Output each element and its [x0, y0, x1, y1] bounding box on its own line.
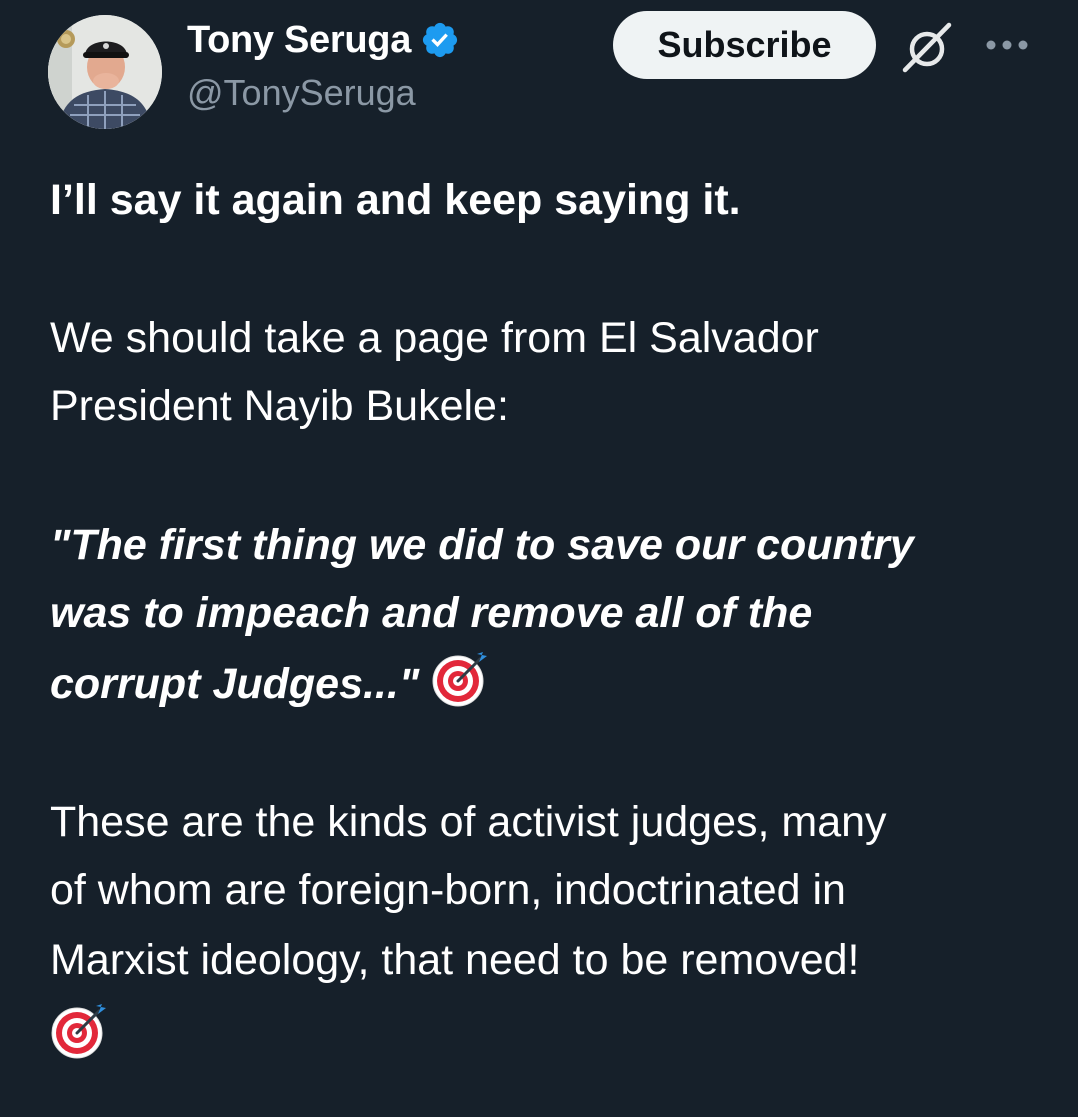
- post-text-line: President Nayib Bukele:: [50, 382, 509, 430]
- quote-text-line-with-emoji: corrupt Judges...": [50, 650, 489, 718]
- avatar-image: [48, 15, 162, 129]
- quote-text-line: "The first thing we did to save our coun…: [50, 521, 914, 569]
- subscribe-button[interactable]: Subscribe: [613, 11, 876, 79]
- display-name[interactable]: Tony Seruga: [187, 19, 411, 62]
- display-name-row[interactable]: Tony Seruga: [187, 14, 460, 66]
- post-text-line: We should take a page from El Salvador: [50, 314, 819, 362]
- post-text-line: I’ll say it again and keep saying it.: [50, 176, 741, 224]
- post-text-line: of whom are foreign-born, indoctrinated …: [50, 866, 846, 914]
- post-text-line: Marxist ideology, that need to be remove…: [50, 936, 860, 984]
- direct-hit-target-emoji: [51, 1004, 106, 1059]
- grok-icon[interactable]: [898, 18, 956, 76]
- quote-text-line: was to impeach and remove all of the: [50, 589, 813, 637]
- quote-text: corrupt Judges...": [50, 660, 420, 708]
- post-text-line: These are the kinds of activist judges, …: [50, 798, 887, 846]
- verified-badge-icon: [422, 22, 458, 58]
- avatar[interactable]: [48, 15, 162, 129]
- more-options-icon[interactable]: [984, 30, 1030, 60]
- direct-hit-target-emoji: [432, 652, 488, 707]
- author-handle[interactable]: @TonySeruga: [187, 72, 416, 114]
- post-card: Tony Seruga @TonySeruga Subscribe I’ll s…: [0, 0, 1078, 1117]
